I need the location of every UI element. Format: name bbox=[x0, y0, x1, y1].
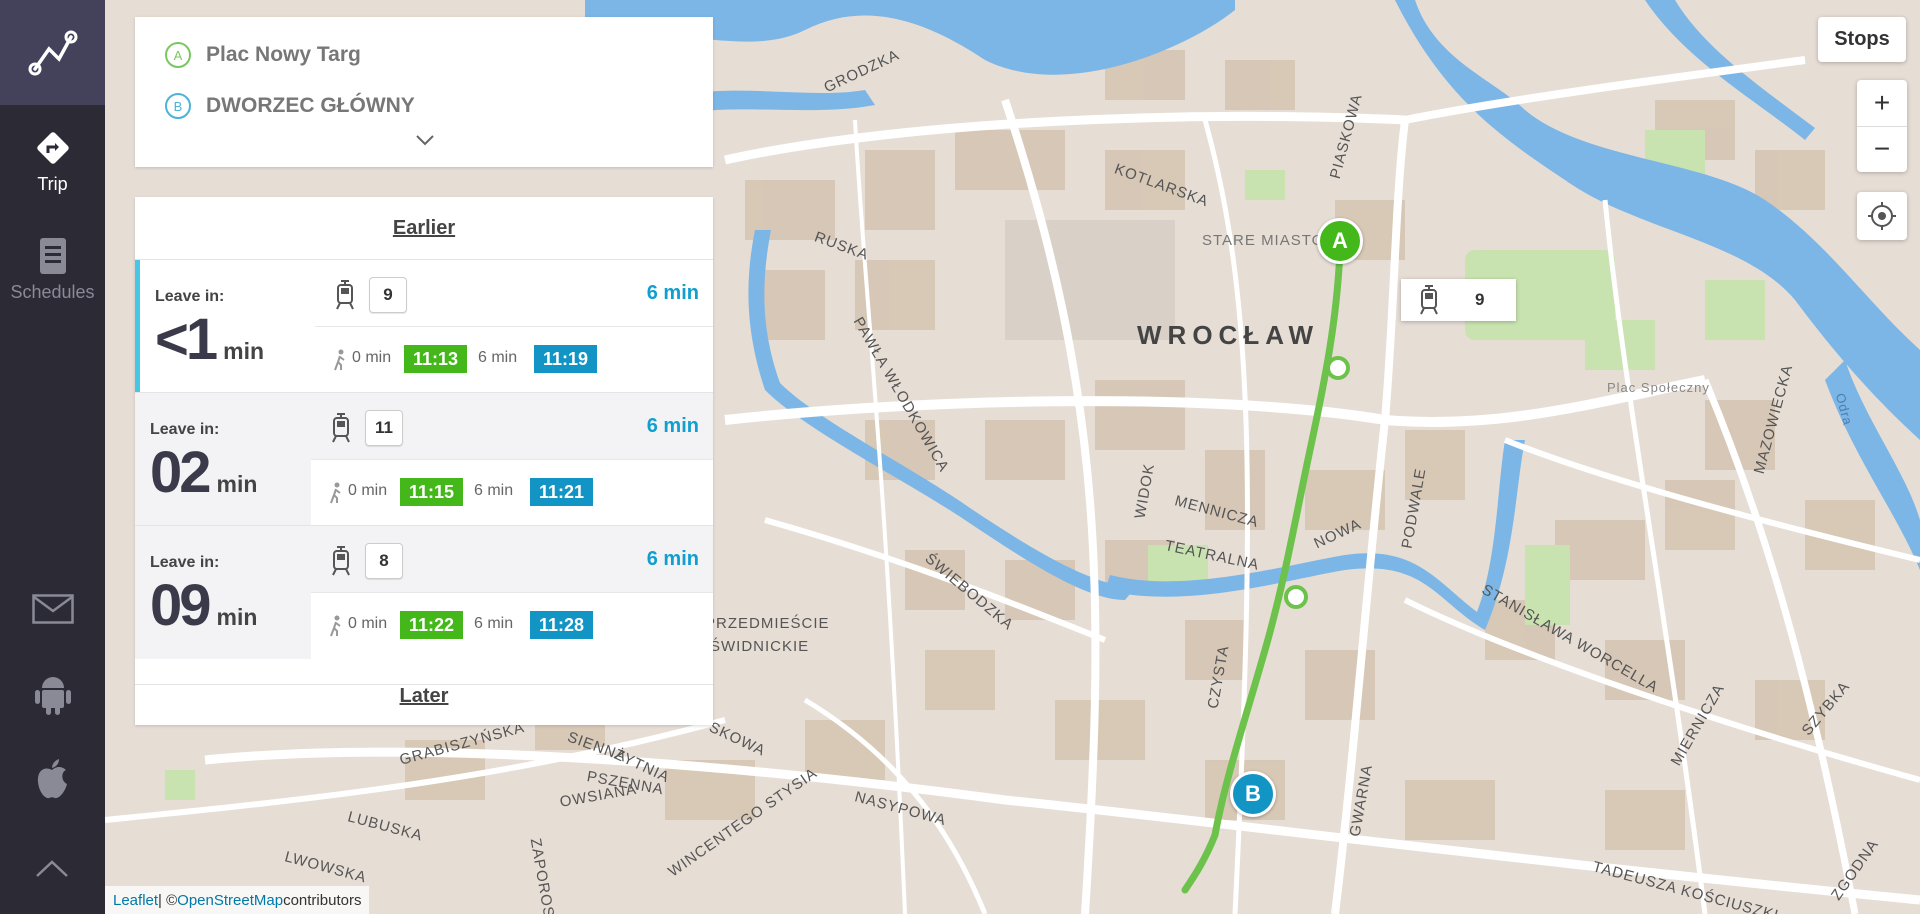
leave-label: Leave in: bbox=[155, 288, 225, 305]
city-label: WROCŁAW bbox=[1137, 320, 1320, 350]
sidebar-item-trip[interactable]: Trip bbox=[0, 128, 105, 195]
line-number: 11 bbox=[365, 410, 403, 446]
walk-duration: 0 min bbox=[348, 615, 388, 632]
tooltip-line-number: 9 bbox=[1475, 290, 1485, 309]
schedule-icon bbox=[37, 236, 69, 276]
trip-duration: 6 min bbox=[646, 282, 699, 304]
trip-timeline: 0 min 11:13 6 min 11:19 bbox=[315, 326, 713, 394]
map-attribution: Leaflet | © OpenStreetMap contributors bbox=[105, 886, 370, 914]
trip-option[interactable]: Leave in: 09 min 8 6 min 0 min 11:22 6 mi… bbox=[135, 525, 713, 660]
arrival-time: 11:21 bbox=[530, 478, 594, 506]
zoom-out-button[interactable]: − bbox=[1857, 127, 1907, 173]
leave-time: 09 min bbox=[150, 572, 257, 639]
ride-duration: 6 min bbox=[474, 482, 514, 499]
ride-duration: 6 min bbox=[478, 349, 518, 366]
leave-unit: min bbox=[216, 471, 258, 497]
zoom-control: + − bbox=[1857, 80, 1907, 172]
leave-value: 02 bbox=[150, 440, 211, 505]
leave-time: 02 min bbox=[150, 439, 257, 506]
leave-box: Leave in: <1 min bbox=[135, 260, 315, 393]
crosshair-icon bbox=[1868, 202, 1896, 230]
departure-time: 11:13 bbox=[404, 345, 468, 373]
later-link[interactable]: Later bbox=[135, 684, 713, 708]
from-badge: A bbox=[165, 42, 191, 68]
marker-a[interactable]: A bbox=[1317, 218, 1363, 264]
locate-button[interactable] bbox=[1857, 192, 1907, 240]
arrival-time: 11:28 bbox=[530, 611, 594, 639]
tram-icon bbox=[1420, 285, 1438, 315]
walk-duration: 0 min bbox=[352, 349, 392, 366]
leaflet-link[interactable]: Leaflet bbox=[113, 892, 158, 909]
sidebar: Trip Schedules bbox=[0, 0, 105, 914]
leave-unit: min bbox=[223, 338, 265, 364]
to-field[interactable]: B DWORZEC GŁÓWNY bbox=[165, 93, 415, 119]
walk-icon bbox=[330, 482, 341, 504]
sidebar-item-schedules[interactable]: Schedules bbox=[0, 236, 105, 303]
tram-icon bbox=[332, 546, 350, 576]
from-field[interactable]: A Plac Nowy Targ bbox=[165, 42, 361, 68]
district-label: STARE MIASTO bbox=[1202, 232, 1325, 249]
walk-icon bbox=[330, 615, 341, 637]
ride-duration: 6 min bbox=[474, 615, 514, 632]
trip-summary: 8 6 min bbox=[311, 526, 713, 592]
stops-button[interactable]: Stops bbox=[1818, 17, 1906, 62]
apple-icon[interactable] bbox=[35, 758, 69, 800]
walk-duration: 0 min bbox=[348, 482, 388, 499]
tram-icon bbox=[336, 280, 354, 310]
results-panel: Earlier Leave in: <1 min 9 6 min 0 min 11… bbox=[135, 197, 713, 725]
trip-option[interactable]: Leave in: <1 min 9 6 min 0 min 11:13 6 mi… bbox=[135, 259, 713, 394]
leave-box: Leave in: 09 min bbox=[135, 526, 311, 659]
district-label: PRZEDMIEŚCIE bbox=[705, 615, 830, 632]
chevron-down-icon bbox=[416, 135, 434, 146]
departure-time: 11:15 bbox=[400, 478, 464, 506]
route-logo-icon bbox=[28, 30, 77, 75]
trip-summary: 9 6 min bbox=[315, 260, 713, 326]
trip-summary: 11 6 min bbox=[311, 393, 713, 459]
chevron-up-icon[interactable] bbox=[35, 858, 69, 878]
walk-icon bbox=[334, 349, 345, 371]
departure-time: 11:22 bbox=[400, 611, 464, 639]
tram-icon bbox=[332, 413, 350, 443]
search-panel: A Plac Nowy Targ B DWORZEC GŁÓWNY bbox=[135, 17, 713, 167]
marker-b[interactable]: B bbox=[1230, 771, 1276, 817]
mail-icon[interactable] bbox=[32, 594, 74, 624]
line-tooltip: 9 bbox=[1401, 279, 1516, 321]
leave-value: <1 bbox=[155, 307, 218, 372]
trip-timeline: 0 min 11:22 6 min 11:28 bbox=[311, 592, 713, 660]
attribution-separator: | © bbox=[158, 891, 178, 909]
leave-box: Leave in: 02 min bbox=[135, 393, 311, 526]
place-label: Plac Społeczny bbox=[1607, 380, 1710, 395]
logo-button[interactable] bbox=[0, 0, 105, 105]
district-label: ŚWIDNICKIE bbox=[710, 638, 810, 655]
sidebar-item-label: Schedules bbox=[10, 282, 95, 302]
to-stop-name: DWORZEC GŁÓWNY bbox=[206, 94, 415, 117]
trip-duration: 6 min bbox=[646, 415, 699, 437]
sidebar-item-label: Trip bbox=[37, 174, 68, 194]
expand-options-button[interactable] bbox=[414, 133, 436, 152]
line-number: 9 bbox=[369, 277, 407, 313]
trip-option[interactable]: Leave in: 02 min 11 6 min 0 min 11:15 6 m… bbox=[135, 392, 713, 527]
trip-timeline: 0 min 11:15 6 min 11:21 bbox=[311, 459, 713, 527]
earlier-link[interactable]: Earlier bbox=[135, 217, 713, 240]
leave-label: Leave in: bbox=[150, 554, 220, 571]
attribution-text: contributors bbox=[283, 891, 362, 909]
android-icon[interactable] bbox=[34, 674, 72, 716]
line-number: 8 bbox=[365, 543, 403, 579]
from-stop-name: Plac Nowy Targ bbox=[206, 43, 361, 66]
directions-icon bbox=[33, 128, 73, 168]
leave-time: <1 min bbox=[155, 306, 264, 373]
zoom-in-button[interactable]: + bbox=[1857, 80, 1907, 127]
trip-duration: 6 min bbox=[646, 548, 699, 570]
leave-label: Leave in: bbox=[150, 421, 220, 438]
arrival-time: 11:19 bbox=[534, 345, 598, 373]
leave-value: 09 bbox=[150, 573, 211, 638]
to-badge: B bbox=[165, 93, 191, 119]
osm-link[interactable]: OpenStreetMap bbox=[177, 892, 283, 909]
leave-unit: min bbox=[216, 604, 258, 630]
